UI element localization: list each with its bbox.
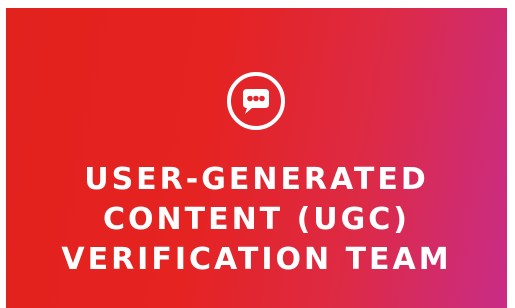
banner: USER-GENERATED CONTENT (UGC) VERIFICATIO… [6, 8, 507, 308]
title-line-1: USER-GENERATED [84, 162, 429, 197]
title-line-3: VERIFICATION TEAM [61, 242, 452, 277]
title-line-2: CONTENT (UGC) [102, 202, 411, 237]
speech-bubble-icon [226, 71, 286, 131]
banner-title: USER-GENERATED CONTENT (UGC) VERIFICATIO… [6, 160, 507, 280]
